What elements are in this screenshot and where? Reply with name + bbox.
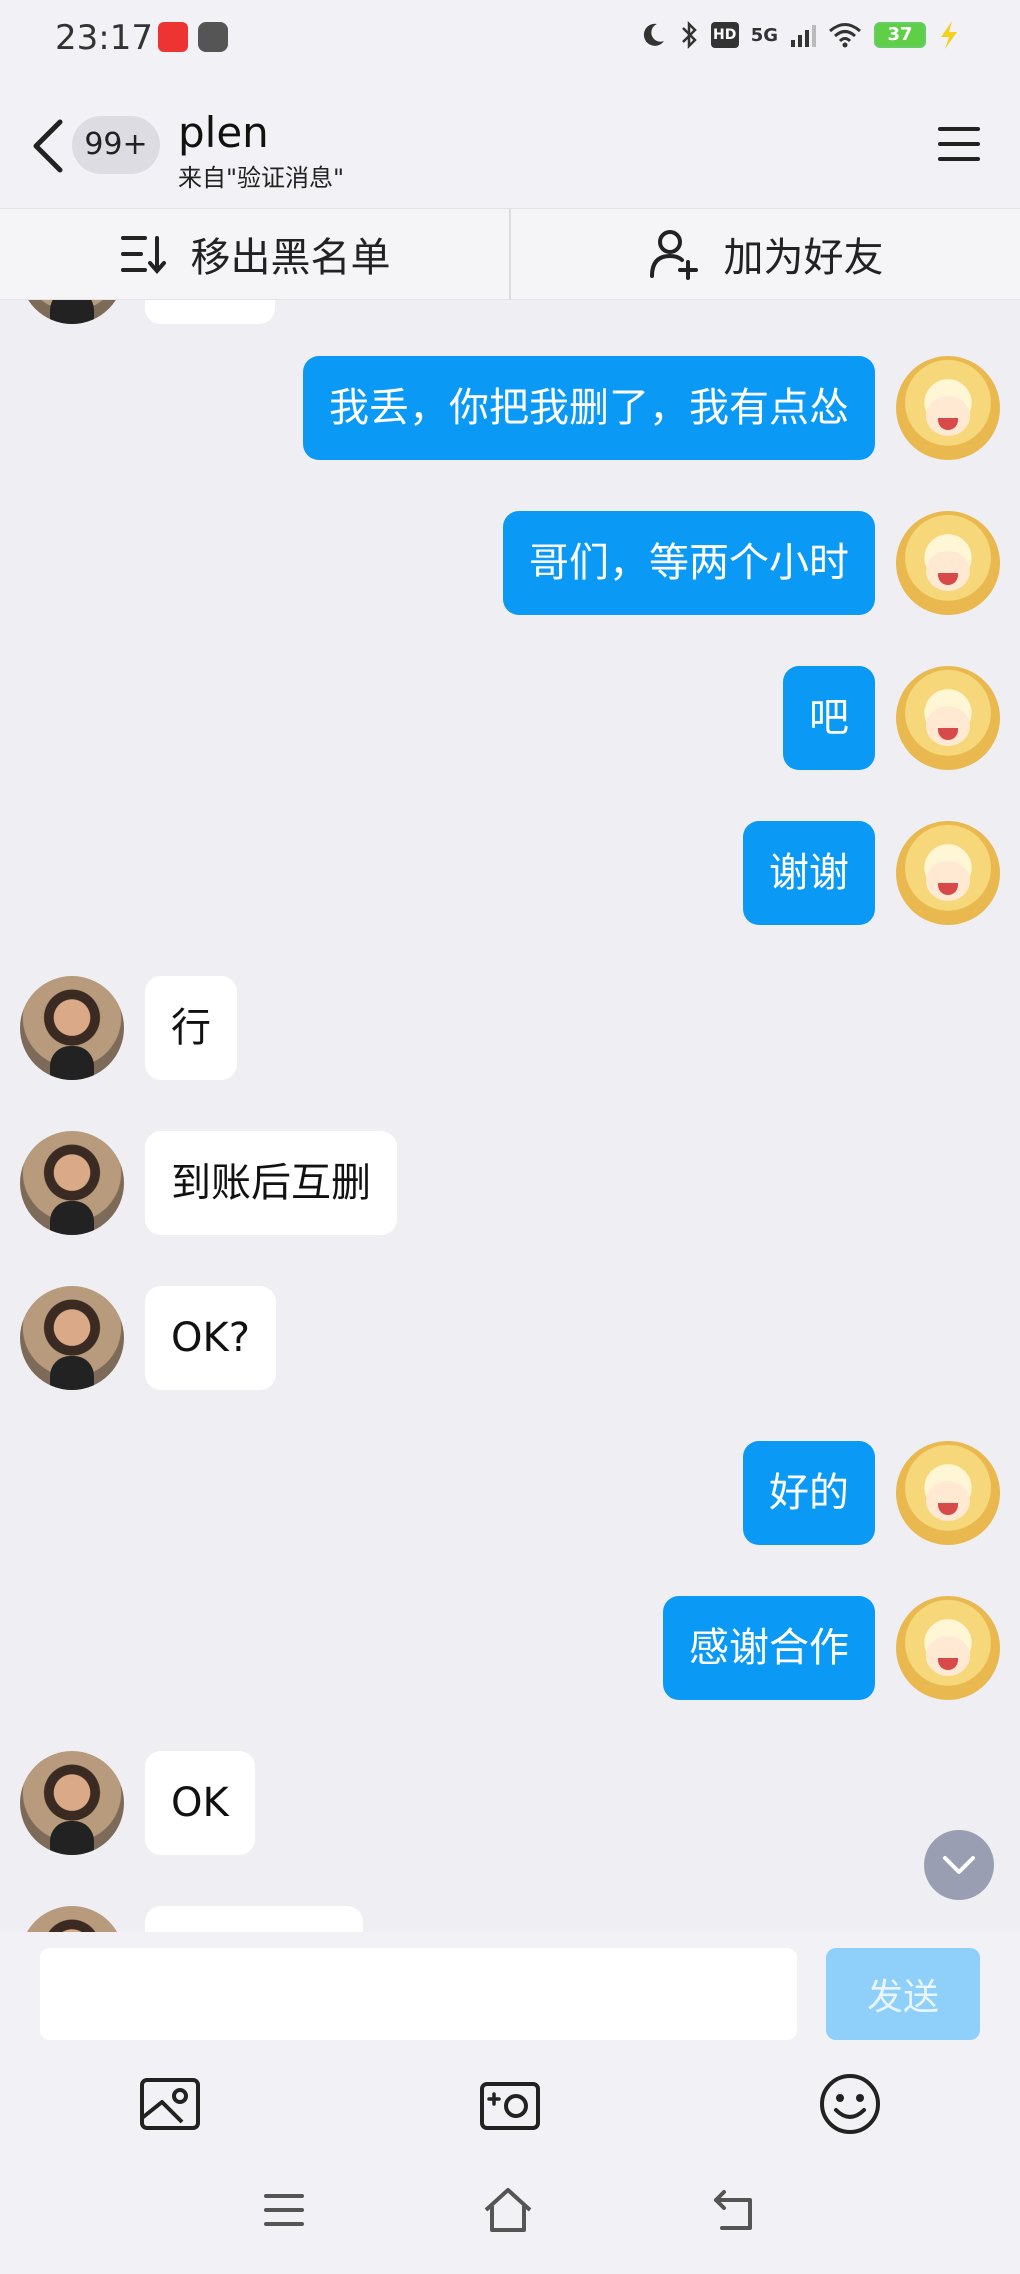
charging-icon [941, 21, 957, 49]
my-avatar[interactable] [896, 1441, 1000, 1545]
system-nav-bar [0, 2160, 1020, 2274]
my-avatar[interactable] [896, 666, 1000, 770]
my-avatar[interactable] [896, 821, 1000, 925]
message-bubble[interactable]: 好的 [743, 1441, 875, 1545]
contact-avatar[interactable] [20, 1286, 124, 1390]
bluetooth-icon [681, 20, 697, 50]
contact-name[interactable]: plen [178, 108, 269, 157]
contact-avatar[interactable] [20, 1906, 124, 1932]
list-sort-icon [120, 236, 166, 275]
scroll-to-bottom-button[interactable] [924, 1830, 994, 1900]
message-bubble[interactable]: 谢谢 [743, 821, 875, 925]
contact-avatar[interactable] [20, 1751, 124, 1855]
chevron-down-icon [943, 1856, 975, 1874]
action-bar: 移出黑名单 加为好友 [0, 208, 1020, 300]
message-row-received: 到账后互删 [0, 1131, 1020, 1235]
my-avatar[interactable] [896, 511, 1000, 615]
my-avatar[interactable] [896, 356, 1000, 460]
hd-badge: HD [710, 22, 739, 48]
message-bubble[interactable]: 哥们，等两个小时 [503, 511, 875, 615]
message-row-partial [0, 300, 1020, 324]
home-icon[interactable] [482, 2184, 534, 2236]
image-picker-icon[interactable] [138, 2072, 202, 2136]
remove-blacklist-button[interactable]: 移出黑名单 [0, 209, 509, 299]
add-user-icon [649, 230, 698, 280]
message-bubble[interactable] [145, 300, 275, 324]
message-bubble[interactable]: 到账后互删 [145, 1131, 397, 1235]
message-bubble[interactable]: 吧 [783, 666, 875, 770]
app-notification-icon [158, 22, 188, 52]
contact-avatar[interactable] [20, 1131, 124, 1235]
message-row-sent: 谢谢 [0, 821, 1020, 925]
message-bubble[interactable]: OK [145, 1751, 255, 1855]
message-bubble[interactable]: 行 [145, 976, 237, 1080]
message-bubble[interactable]: OK? [145, 1286, 276, 1390]
message-list[interactable]: 我丢，你把我删了，我有点怂 哥们，等两个小时 吧 谢谢 行 到账后互删 OK? … [0, 300, 1020, 1932]
back-gesture-icon[interactable] [710, 2184, 762, 2236]
wifi-icon [829, 23, 861, 48]
message-input[interactable] [40, 1948, 797, 2040]
recent-apps-icon[interactable] [258, 2184, 310, 2236]
moon-icon [643, 23, 664, 46]
contact-source: 来自"验证消息" [178, 164, 345, 192]
message-bubble[interactable]: 感谢合作 [663, 1596, 875, 1700]
network-type: 5G [750, 24, 778, 46]
status-time: 23:17 [55, 18, 153, 58]
signal-icon [791, 25, 816, 47]
game-controller-icon [198, 22, 228, 52]
message-row-sent: 吧 [0, 666, 1020, 770]
message-row-received: OK [0, 1751, 1020, 1855]
contact-avatar[interactable] [20, 976, 124, 1080]
message-row-sent: 好的 [0, 1441, 1020, 1545]
message-row-sent: 我丢，你把我删了，我有点怂 [0, 356, 1020, 460]
chevron-left-icon[interactable] [30, 118, 66, 174]
message-row-received: OK? [0, 1286, 1020, 1390]
message-row-sent: 感谢合作 [0, 1596, 1020, 1700]
hamburger-menu-icon[interactable] [938, 124, 980, 164]
status-indicators: HD 5G 37 [639, 20, 960, 50]
add-friend-button[interactable]: 加为好友 [509, 209, 1020, 299]
status-bar: 23:17 HD 5G 37 [0, 0, 1020, 78]
my-avatar[interactable] [896, 1596, 1000, 1700]
unread-count-badge[interactable]: 99+ [72, 116, 160, 174]
camera-icon[interactable] [478, 2072, 542, 2136]
message-row-partial [0, 1906, 1020, 1932]
emoji-icon[interactable] [818, 2072, 882, 2136]
contact-avatar[interactable] [20, 300, 124, 324]
remove-blacklist-label: 移出黑名单 [190, 235, 391, 281]
battery-indicator: 37 [874, 22, 926, 48]
add-friend-label: 加为好友 [723, 235, 884, 281]
message-bubble[interactable] [145, 1906, 363, 1932]
send-button[interactable]: 发送 [826, 1948, 980, 2040]
chat-header: 99+ plen 来自"验证消息" [0, 78, 1020, 208]
message-row-received: 行 [0, 976, 1020, 1080]
message-bubble[interactable]: 我丢，你把我删了，我有点怂 [303, 356, 875, 460]
message-row-sent: 哥们，等两个小时 [0, 511, 1020, 615]
